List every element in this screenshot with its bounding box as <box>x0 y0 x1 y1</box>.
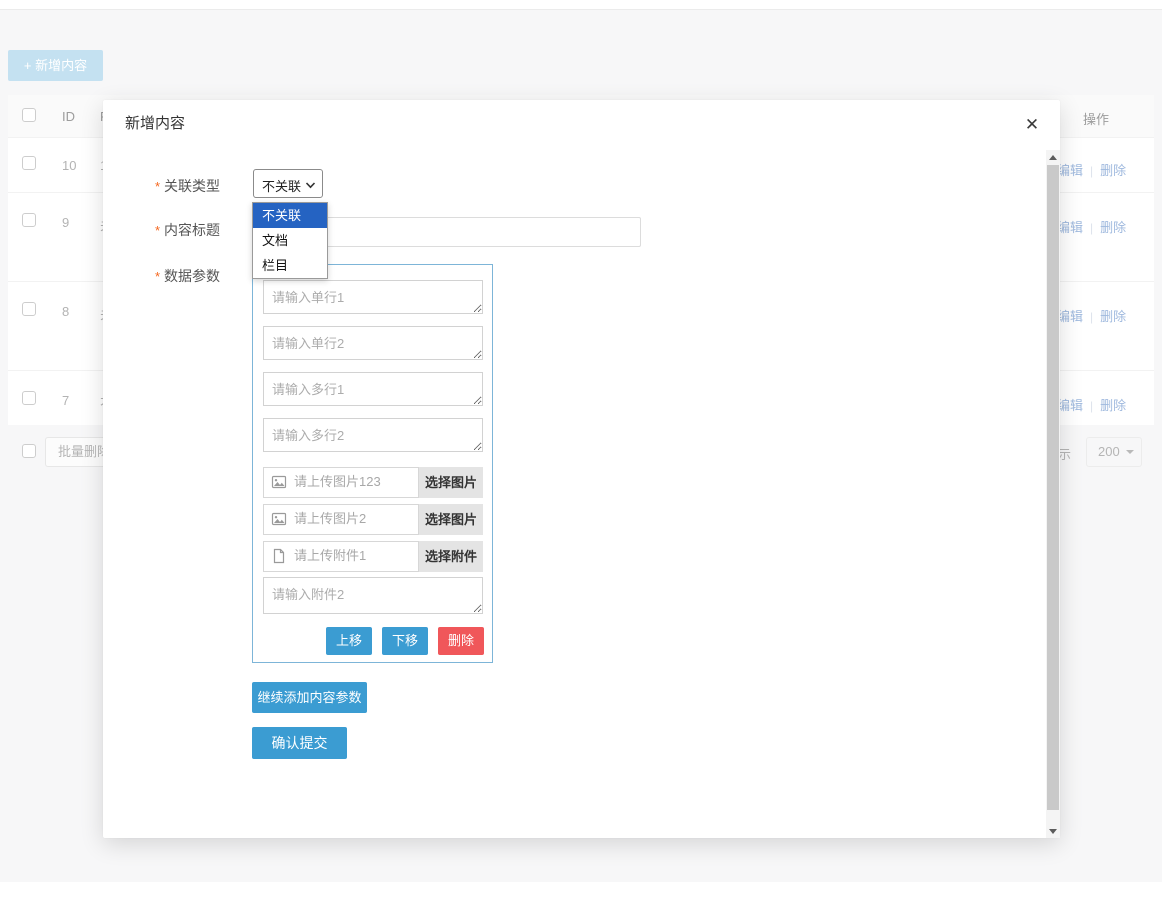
upload-image-2-row: 请上传图片2 选择图片 <box>263 504 483 535</box>
page: + 新增内容 ID P 操作 10 1 编辑|删除 9 关 编辑|删除 8 关 … <box>0 0 1162 897</box>
choose-image-button[interactable]: 选择图片 <box>419 504 483 535</box>
page-size-select[interactable]: 200 <box>1086 437 1142 467</box>
row-checkbox[interactable] <box>22 302 36 316</box>
batch-select-checkbox[interactable] <box>22 444 36 458</box>
column-header-id: ID <box>62 109 75 124</box>
cell-id: 9 <box>62 215 69 230</box>
link-separator: | <box>1083 221 1100 235</box>
dropdown-option-document[interactable]: 文档 <box>253 228 327 253</box>
row-actions: 编辑|删除 <box>1057 395 1126 415</box>
multi-line-1-textarea[interactable] <box>263 372 483 406</box>
multi-line-2-textarea[interactable] <box>263 418 483 452</box>
modal-title: 新增内容 <box>125 113 185 135</box>
column-header-action: 操作 <box>1083 109 1109 128</box>
attachment-2-textarea[interactable] <box>263 577 483 614</box>
edit-link[interactable]: 编辑 <box>1057 163 1083 178</box>
required-mark: * <box>155 223 160 238</box>
row-checkbox[interactable] <box>22 391 36 405</box>
scroll-up-arrow-icon[interactable] <box>1046 150 1060 164</box>
delete-link[interactable]: 删除 <box>1100 220 1126 235</box>
submit-button[interactable]: 确认提交 <box>252 727 347 759</box>
required-mark: * <box>155 179 160 194</box>
scroll-down-arrow-icon[interactable] <box>1046 824 1060 838</box>
chevron-down-icon <box>305 182 316 189</box>
link-separator: | <box>1083 399 1100 413</box>
data-params-label-text: 数据参数 <box>164 268 220 284</box>
single-line-1-textarea[interactable] <box>263 280 483 314</box>
link-separator: | <box>1083 310 1100 324</box>
dropdown-option-column[interactable]: 栏目 <box>253 253 327 278</box>
assoc-type-select-value: 不关联 <box>262 176 301 195</box>
move-down-button[interactable]: 下移 <box>382 627 428 655</box>
upload-placeholder: 请上传图片123 <box>294 467 381 496</box>
delete-link[interactable]: 删除 <box>1100 309 1126 324</box>
row-actions: 编辑|删除 <box>1057 160 1126 180</box>
cell-id: 10 <box>62 158 76 173</box>
image-icon <box>271 511 287 527</box>
row-checkbox[interactable] <box>22 156 36 170</box>
delete-link[interactable]: 删除 <box>1100 398 1126 413</box>
footer-bar <box>0 882 1162 897</box>
edit-link[interactable]: 编辑 <box>1057 309 1083 324</box>
row-checkbox[interactable] <box>22 213 36 227</box>
close-icon[interactable]: ✕ <box>1021 114 1043 136</box>
upload-image-1-row: 请上传图片123 选择图片 <box>263 467 483 498</box>
upload-attachment-1-row: 请上传附件1 选择附件 <box>263 541 483 572</box>
edit-link[interactable]: 编辑 <box>1057 220 1083 235</box>
upload-placeholder: 请上传附件1 <box>294 541 366 570</box>
row-actions: 编辑|删除 <box>1057 306 1126 326</box>
top-bar <box>0 0 1162 10</box>
add-more-params-button[interactable]: 继续添加内容参数 <box>252 682 367 713</box>
edit-link[interactable]: 编辑 <box>1057 398 1083 413</box>
upload-placeholder: 请上传图片2 <box>294 504 366 533</box>
content-title-label-text: 内容标题 <box>164 222 220 238</box>
modal-scrollbar[interactable] <box>1046 150 1060 838</box>
scrollbar-thumb[interactable] <box>1047 165 1059 810</box>
delete-param-button[interactable]: 删除 <box>438 627 484 655</box>
data-params-group: 请上传图片123 选择图片 请上传图片2 选择图片 请上传附件1 选择附件 <box>252 264 493 663</box>
image-icon <box>271 474 287 490</box>
page-size-value: 200 <box>1098 444 1120 459</box>
assoc-type-dropdown: 不关联 文档 栏目 <box>252 202 328 279</box>
assoc-type-label-text: 关联类型 <box>164 178 220 194</box>
select-all-checkbox[interactable] <box>22 108 36 122</box>
data-params-label: * 数据参数 <box>147 268 220 285</box>
delete-link[interactable]: 删除 <box>1100 163 1126 178</box>
single-line-2-textarea[interactable] <box>263 326 483 360</box>
link-separator: | <box>1083 164 1100 178</box>
cell-id: 7 <box>62 393 69 408</box>
choose-image-button[interactable]: 选择图片 <box>419 467 483 498</box>
assoc-type-select[interactable]: 不关联 <box>253 169 323 198</box>
move-up-button[interactable]: 上移 <box>326 627 372 655</box>
cell-id: 8 <box>62 304 69 319</box>
choose-attachment-button[interactable]: 选择附件 <box>419 541 483 572</box>
chevron-down-icon <box>1126 450 1134 454</box>
dropdown-option-no-assoc[interactable]: 不关联 <box>253 203 327 228</box>
required-mark: * <box>155 269 160 284</box>
add-content-button[interactable]: + 新增内容 <box>8 50 103 81</box>
file-icon <box>271 548 287 564</box>
row-actions: 编辑|删除 <box>1057 217 1126 237</box>
assoc-type-label: * 关联类型 <box>147 178 220 195</box>
content-title-label: * 内容标题 <box>147 222 220 239</box>
add-content-modal: 新增内容 ✕ * 关联类型 不关联 不关联 文档 栏目 * 内容标题 * 数据参数 <box>103 100 1060 838</box>
